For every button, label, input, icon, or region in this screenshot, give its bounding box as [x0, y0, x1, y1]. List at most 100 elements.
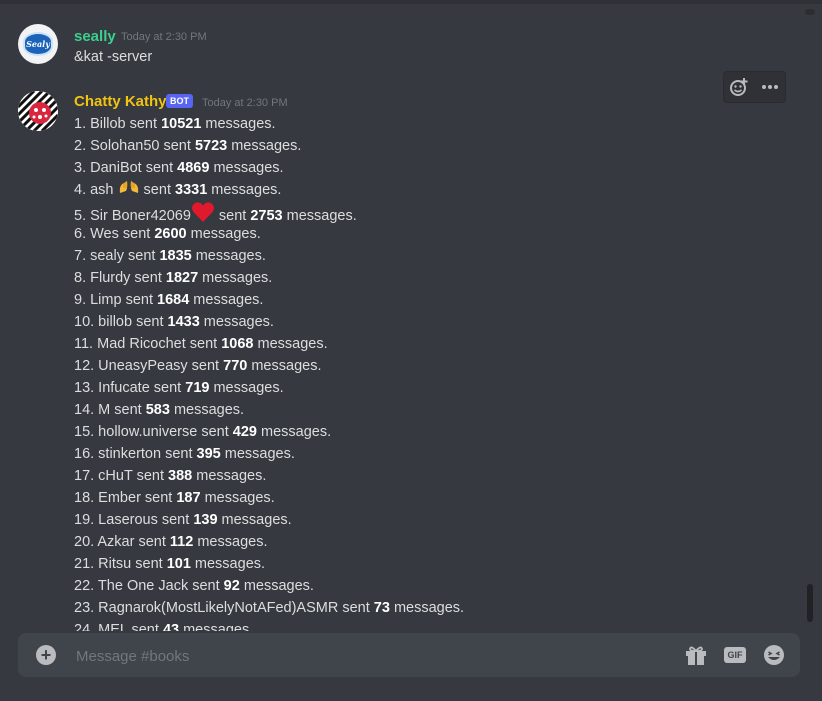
line-suffix: messages. — [257, 424, 332, 440]
message-count: 388 — [168, 468, 193, 484]
message-hover-toolbar — [723, 71, 786, 103]
emoji-icon[interactable] — [762, 643, 786, 667]
line-prefix: 1. Billob sent — [74, 116, 162, 132]
line-suffix: messages. — [217, 512, 292, 528]
message-list[interactable]: Sealy seally Today at 2:30 PM &kat -serv… — [0, 8, 822, 631]
gift-icon[interactable] — [684, 643, 708, 667]
leaderboard-line: 21. Ritsu sent 101 messages. — [74, 553, 265, 575]
line-prefix: 22. The One Jack sent — [74, 578, 224, 594]
hands-icon — [118, 181, 140, 198]
leaderboard-line: 18. Ember sent 187 messages. — [74, 487, 275, 509]
message-count: 3331 — [175, 182, 208, 198]
plus-icon[interactable]: + — [36, 645, 56, 665]
leaderboard-line: 23. Ragnarok(MostLikelyNotAFed)ASMR sent… — [74, 597, 464, 619]
line-suffix: messages. — [192, 468, 267, 484]
line-suffix: messages. — [389, 600, 465, 616]
line-suffix: messages. — [253, 336, 328, 352]
line-suffix: messages. — [201, 116, 276, 132]
line-prefix: 9. Limp sent — [74, 292, 158, 308]
line-prefix: 12. UneasyPeasy sent — [74, 358, 224, 374]
chat-window: Sealy seally Today at 2:30 PM &kat -serv… — [0, 0, 822, 701]
message-count: 2753 — [250, 208, 283, 224]
line-suffix: messages. — [199, 314, 274, 330]
line-suffix: messages. — [209, 160, 284, 176]
avatar[interactable]: Sealy — [18, 24, 58, 64]
line-prefix: 7. sealy sent — [74, 248, 160, 264]
line-suffix: messages. — [220, 446, 295, 462]
leaderboard-line: 16. stinkerton sent 395 messages. — [74, 443, 295, 465]
line-suffix: messages. — [190, 556, 266, 572]
message-count: 770 — [223, 358, 248, 374]
bot-badge: BOT — [166, 94, 193, 108]
message-content: &kat -server — [74, 49, 153, 65]
line-prefix: 19. Laserous sent — [74, 512, 194, 528]
leaderboard-line: 3. DaniBot sent 4869 messages. — [74, 157, 284, 179]
scrollbar-thumb[interactable] — [807, 584, 813, 622]
leaderboard-line: 24. MEL sent 43 messages. — [74, 619, 253, 631]
message-count: 1433 — [167, 314, 200, 330]
leaderboard-line: 8. Flurdy sent 1827 messages. — [74, 267, 272, 289]
message-count: 1827 — [165, 270, 199, 286]
line-prefix: 10. billob sent — [74, 314, 168, 330]
leaderboard-line: 7. sealy sent 1835 messages. — [74, 245, 266, 267]
message-count: 583 — [145, 402, 170, 418]
avatar-logo-text: Sealy — [26, 39, 50, 49]
line-prefix: sent — [139, 182, 175, 198]
line-prefix: 24. MEL sent — [74, 622, 163, 631]
leaderboard-line: 2. Solohan50 sent 5723 messages. — [74, 135, 301, 157]
leaderboard-line: 20. Azkar sent 112 messages. — [74, 531, 267, 553]
line-suffix: messages. — [179, 622, 254, 631]
message-count: 73 — [373, 600, 390, 616]
leaderboard-line: 1. Billob sent 10521 messages. — [74, 113, 276, 135]
more-icon[interactable] — [758, 75, 782, 99]
message-count: 112 — [169, 534, 194, 550]
sealy-logo-icon: Sealy — [23, 32, 53, 56]
gif-icon[interactable]: GIF — [723, 643, 747, 667]
line-prefix: 4. ash — [74, 182, 118, 198]
message-count: 719 — [185, 380, 210, 396]
line-prefix: 23. Ragnarok(MostLikelyNotAFed)ASMR sent — [74, 600, 374, 616]
message-count: 139 — [193, 512, 218, 528]
leaderboard-line: 10. billob sent 1433 messages. — [74, 311, 274, 333]
leaderboard-line: 11. Mad Ricochet sent 1068 messages. — [74, 333, 328, 355]
line-prefix: 6. Wes sent — [74, 226, 155, 242]
line-prefix: 15. hollow.universe sent — [74, 424, 233, 440]
line-prefix: 14. M sent — [74, 402, 146, 418]
leaderboard-line: 13. Infucate sent 719 messages. — [74, 377, 284, 399]
leaderboard-line: 14. M sent 583 messages. — [74, 399, 244, 421]
message-composer: + GIF — [18, 633, 800, 677]
scrollbar-up[interactable] — [805, 9, 815, 15]
username[interactable]: seally — [74, 28, 116, 45]
message-input[interactable] — [74, 643, 658, 669]
message-count: 1835 — [159, 248, 192, 264]
message-count: 187 — [176, 490, 201, 506]
message-count: 1068 — [221, 336, 254, 352]
leaderboard-line: 22. The One Jack sent 92 messages. — [74, 575, 314, 597]
line-suffix: messages. — [189, 292, 264, 308]
line-suffix: messages. — [186, 226, 261, 242]
line-suffix: messages. — [239, 578, 314, 594]
line-prefix: 18. Ember sent — [74, 490, 177, 506]
leaderboard-line: 19. Laserous sent 139 messages. — [74, 509, 292, 531]
line-prefix: 11. Mad Ricochet sent — [74, 336, 222, 352]
line-prefix: 21. Ritsu sent — [74, 556, 167, 572]
line-suffix: messages. — [247, 358, 322, 374]
message-count: 10521 — [161, 116, 202, 132]
heart-icon — [191, 202, 215, 224]
leaderboard-line: 4. ash sent 3331 messages. — [74, 179, 281, 201]
message-count: 395 — [196, 446, 221, 462]
line-suffix: messages. — [193, 534, 268, 550]
line-prefix: 3. DaniBot sent — [74, 160, 178, 176]
line-prefix: 8. Flurdy sent — [74, 270, 166, 286]
line-suffix: messages. — [227, 138, 302, 154]
message-count: 2600 — [154, 226, 187, 242]
add-reaction-icon[interactable] — [727, 75, 751, 99]
avatar[interactable] — [18, 91, 58, 131]
line-prefix: 17. cHuT sent — [74, 468, 169, 484]
username[interactable]: Chatty Kathy — [74, 93, 167, 110]
leaderboard-line: 17. cHuT sent 388 messages. — [74, 465, 266, 487]
line-suffix: messages. — [207, 182, 282, 198]
message-count: 43 — [162, 622, 180, 631]
message-count: 1684 — [157, 292, 190, 308]
line-prefix: 20. Azkar sent — [74, 534, 170, 550]
